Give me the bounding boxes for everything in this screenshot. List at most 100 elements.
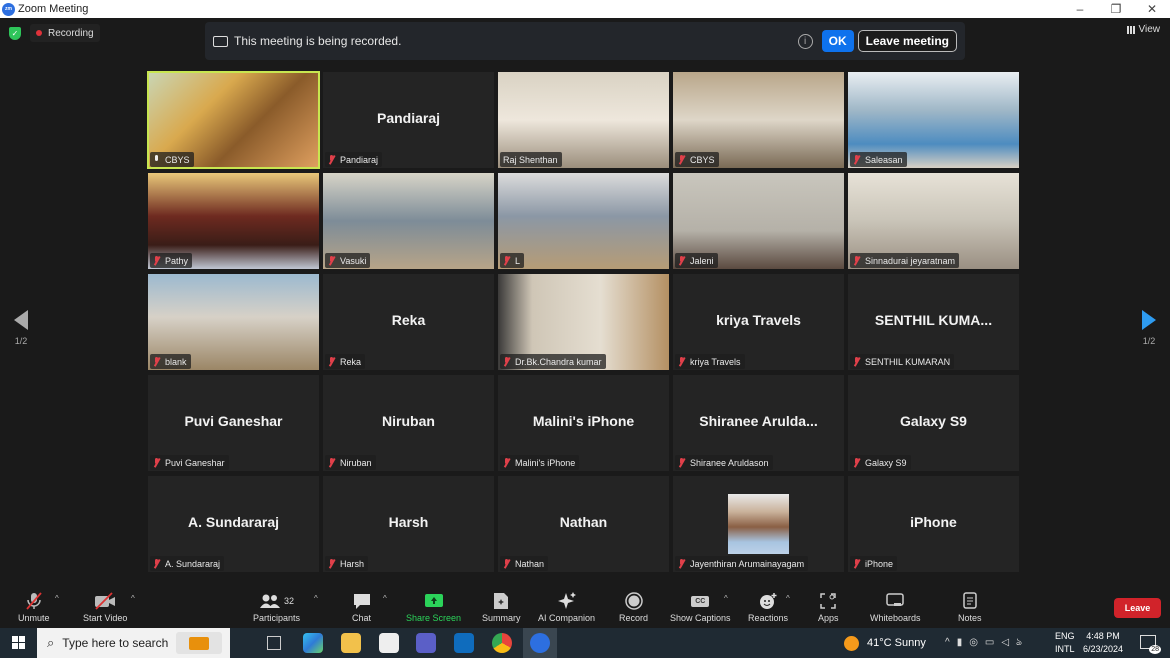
participant-tile[interactable]: Vasuki [323, 173, 494, 269]
teams-icon[interactable] [416, 633, 436, 653]
mic-muted-icon [678, 154, 685, 165]
chat-options-caret[interactable]: ^ [383, 594, 387, 603]
participant-tile[interactable]: Harsh Harsh [323, 476, 494, 572]
participant-name-label: Raj Shenthan [500, 152, 562, 167]
participants-options-caret[interactable]: ^ [314, 594, 318, 603]
participant-tile[interactable]: Jayenthiran Arumainayagam [673, 476, 844, 572]
page-indicator-right: 1/2 [1142, 336, 1156, 346]
participant-display-name: Puvi Ganeshar [184, 413, 283, 429]
participant-tile[interactable]: Dr.Bk.Chandra kumar [498, 274, 669, 370]
leave-button[interactable]: Leave [1114, 598, 1161, 618]
participant-tile[interactable]: Saleasan [848, 72, 1019, 168]
language-indicator[interactable]: ENG INTL [1055, 630, 1075, 656]
participant-tile[interactable]: kriya Travels kriya Travels [673, 274, 844, 370]
view-button[interactable]: View [1126, 24, 1160, 35]
participant-tile[interactable]: Raj Shenthan [498, 72, 669, 168]
ok-button[interactable]: OK [821, 30, 854, 52]
show-captions-button[interactable]: CC Show Captions [670, 592, 731, 623]
clock-time: 4:48 PM [1086, 631, 1120, 641]
briefcase-icon[interactable] [176, 632, 222, 654]
participant-name: SENTHIL KUMARAN [865, 356, 951, 367]
close-button[interactable]: ✕ [1134, 0, 1170, 18]
info-icon[interactable]: i [797, 33, 813, 49]
participant-tile[interactable]: L [498, 173, 669, 269]
search-icon: ⌕ [47, 635, 55, 650]
notifications-icon[interactable]: 28 [1140, 635, 1161, 654]
participant-name-label: Jayenthiran Arumainayagam [675, 556, 809, 571]
participant-tile[interactable]: CBYS [673, 72, 844, 168]
summary-icon [493, 592, 509, 610]
mic-muted-icon [678, 356, 685, 367]
chat-button[interactable]: Chat [352, 592, 371, 623]
clock[interactable]: 4:48 PM 6/23/2024 [1083, 630, 1123, 656]
leave-meeting-button[interactable]: Leave meeting [857, 30, 957, 52]
minimize-button[interactable]: – [1062, 0, 1098, 18]
mic-muted-icon [503, 255, 510, 266]
start-video-button[interactable]: Start Video [83, 592, 127, 623]
participant-name-label: Nathan [500, 556, 549, 571]
reactions-options-caret[interactable]: ^ [786, 594, 790, 603]
microsoft-store-icon[interactable] [379, 633, 399, 653]
record-button[interactable]: Record [619, 592, 648, 623]
participant-tile[interactable]: Malini's iPhone Malini's iPhone [498, 375, 669, 471]
taskbar-search-box[interactable]: ⌕ Type here to search [37, 628, 230, 658]
windows-taskbar: ⌕ Type here to search 41°C Sunny ^▮◎▭◁ঌ … [0, 628, 1170, 658]
participant-tile[interactable]: CBYS [147, 71, 320, 169]
participants-button[interactable]: 32 Participants [253, 592, 300, 623]
participant-tile[interactable]: Pathy [148, 173, 319, 269]
reactions-button[interactable]: Reactions [748, 592, 788, 623]
chrome-icon[interactable] [492, 633, 512, 653]
participant-tile[interactable]: Pandiaraj Pandiaraj [323, 72, 494, 168]
participant-tile[interactable]: Niruban Niruban [323, 375, 494, 471]
participant-tile[interactable]: Puvi Ganeshar Puvi Ganeshar [148, 375, 319, 471]
task-view-icon[interactable] [267, 636, 281, 650]
whiteboards-button[interactable]: Whiteboards [870, 592, 921, 623]
mic-muted-icon [853, 356, 860, 367]
ai-companion-button[interactable]: AI Companion [538, 592, 595, 623]
participant-tile[interactable]: Galaxy S9 Galaxy S9 [848, 375, 1019, 471]
search-placeholder: Type here to search [62, 636, 169, 650]
zoom-taskbar-item[interactable] [523, 628, 557, 658]
system-tray-icons[interactable]: ^▮◎▭◁ঌ [945, 628, 1029, 658]
participant-tile[interactable]: A. Sundararaj A. Sundararaj [148, 476, 319, 572]
recording-indicator[interactable]: Recording [30, 24, 100, 42]
participant-name: Raj Shenthan [503, 154, 558, 165]
notes-button[interactable]: Notes [958, 592, 982, 623]
participant-tile[interactable]: iPhone iPhone [848, 476, 1019, 572]
video-options-caret[interactable]: ^ [131, 594, 135, 603]
participant-display-name: kriya Travels [716, 312, 801, 328]
security-shield-icon[interactable]: ✓ [9, 27, 21, 40]
mic-muted-icon [678, 457, 685, 468]
participant-name-label: Shiranee Aruldason [675, 455, 773, 470]
participant-display-name: Shiranee Arulda... [699, 413, 818, 429]
participant-tile[interactable]: Nathan Nathan [498, 476, 669, 572]
participant-tile[interactable]: Reka Reka [323, 274, 494, 370]
participant-display-name: Niruban [382, 413, 435, 429]
edge-icon[interactable] [303, 633, 323, 653]
participant-display-name: Nathan [559, 514, 608, 530]
weather-widget[interactable]: 41°C Sunny [844, 628, 926, 658]
participant-tile[interactable]: Shiranee Arulda... Shiranee Aruldason [673, 375, 844, 471]
apps-button[interactable]: Apps [818, 592, 839, 623]
share-screen-button[interactable]: Share Screen [406, 592, 461, 623]
captions-options-caret[interactable]: ^ [724, 594, 728, 603]
mic-muted-icon [503, 356, 510, 367]
participant-display-name: Pandiaraj [376, 110, 441, 126]
windows-start-icon[interactable] [12, 636, 26, 655]
outlook-icon[interactable] [454, 633, 474, 653]
participant-tile[interactable]: Jaleni [673, 173, 844, 269]
restore-button[interactable]: ❐ [1098, 0, 1134, 18]
summary-button[interactable]: Summary [482, 592, 521, 623]
participants-count: 32 [284, 596, 295, 606]
participant-tile[interactable]: SENTHIL KUMA... SENTHIL KUMARAN [848, 274, 1019, 370]
file-explorer-icon[interactable] [341, 633, 361, 653]
participant-tile[interactable]: blank [148, 274, 319, 370]
previous-page-button[interactable]: 1/2 [11, 310, 31, 346]
mic-muted-icon [503, 457, 510, 468]
audio-options-caret[interactable]: ^ [55, 594, 59, 603]
next-page-button[interactable]: 1/2 [1139, 310, 1159, 346]
participant-name: Jayenthiran Arumainayagam [690, 558, 805, 569]
participant-tile[interactable]: Sinnadurai jeyaratnam [848, 173, 1019, 269]
unmute-button[interactable]: Unmute [18, 592, 50, 623]
mic-muted-icon [153, 255, 160, 266]
